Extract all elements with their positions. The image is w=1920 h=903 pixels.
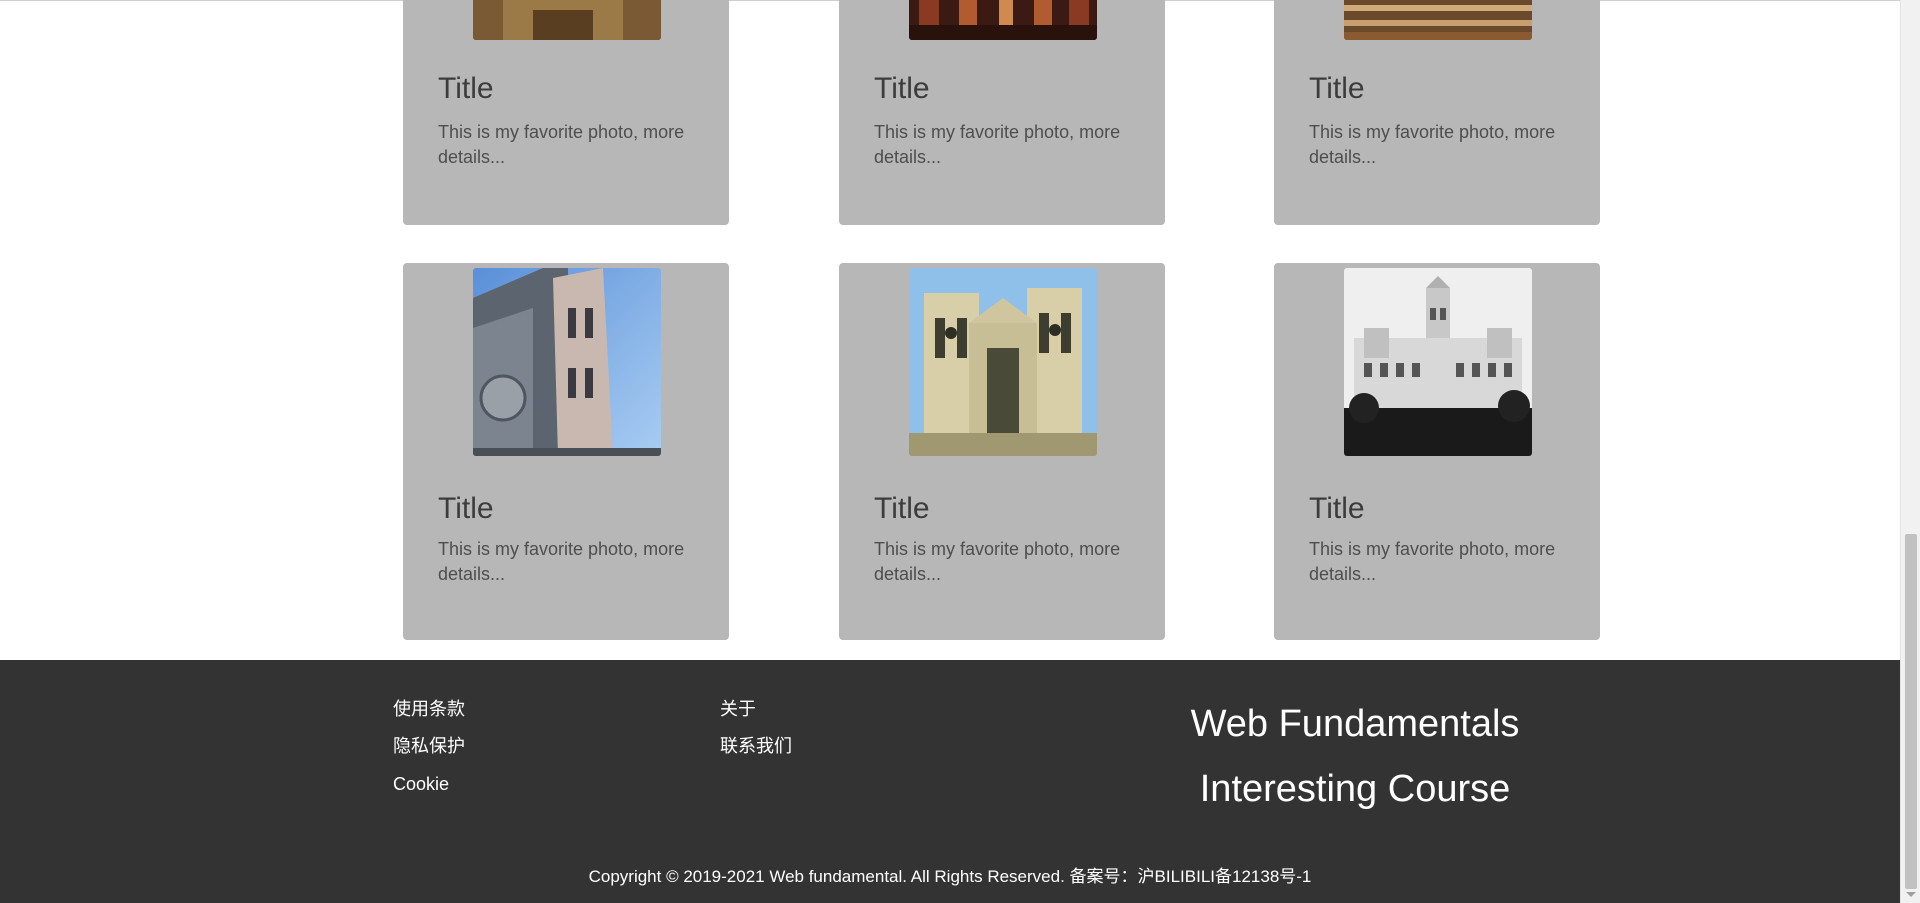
footer-brand-subtitle: Interesting Course [1199, 768, 1511, 810]
card-description: This is my favorite photo, more details.… [438, 122, 685, 167]
privacy-link[interactable]: 隐私保护 [393, 735, 465, 757]
card-title: Title [1309, 492, 1365, 525]
card-photo[interactable] [1344, 268, 1532, 456]
card-description: This is my favorite photo, more details.… [874, 539, 1121, 584]
scroll-down-icon[interactable] [1906, 892, 1916, 897]
card-description: This is my favorite photo, more details.… [1309, 122, 1556, 167]
photo-card[interactable]: Title This is my favorite photo, more de… [403, 263, 729, 640]
photo-card[interactable]: Title This is my favorite photo, more de… [1274, 263, 1600, 640]
card-description: This is my favorite photo, more details.… [1309, 539, 1556, 584]
about-link[interactable]: 关于 [720, 698, 756, 720]
photo-card[interactable]: Title This is my favorite photo, more de… [1274, 0, 1600, 225]
scrollbar-thumb[interactable] [1905, 534, 1917, 889]
card-description: This is my favorite photo, more details.… [874, 122, 1121, 167]
card-description: This is my favorite photo, more details.… [438, 539, 685, 584]
photo-card[interactable]: Title This is my favorite photo, more de… [839, 0, 1165, 225]
card-title: Title [1309, 72, 1365, 105]
copyright-text: Copyright © 2019-2021 Web fundamental. A… [588, 867, 1312, 886]
card-photo[interactable] [473, 0, 661, 40]
card-title: Title [438, 72, 494, 105]
card-photo[interactable] [1344, 0, 1532, 40]
vertical-scrollbar[interactable] [1900, 0, 1920, 903]
card-title: Title [438, 492, 494, 525]
terms-link[interactable]: 使用条款 [393, 698, 465, 720]
cookie-link[interactable]: Cookie [393, 773, 449, 795]
site-footer: 使用条款 隐私保护 Cookie 关于 联系我们 Web Fundamental… [0, 660, 1900, 903]
photo-card[interactable]: Title This is my favorite photo, more de… [839, 263, 1165, 640]
contact-link[interactable]: 联系我们 [720, 735, 792, 757]
card-photo[interactable] [473, 268, 661, 456]
card-title: Title [874, 72, 930, 105]
card-title: Title [874, 492, 930, 525]
page: Title This is my favorite photo, more de… [0, 0, 1920, 903]
footer-brand-title: Web Fundamentals [1190, 703, 1520, 745]
photo-card[interactable]: Title This is my favorite photo, more de… [403, 0, 729, 225]
card-photo[interactable] [909, 0, 1097, 40]
card-photo[interactable] [909, 268, 1097, 456]
